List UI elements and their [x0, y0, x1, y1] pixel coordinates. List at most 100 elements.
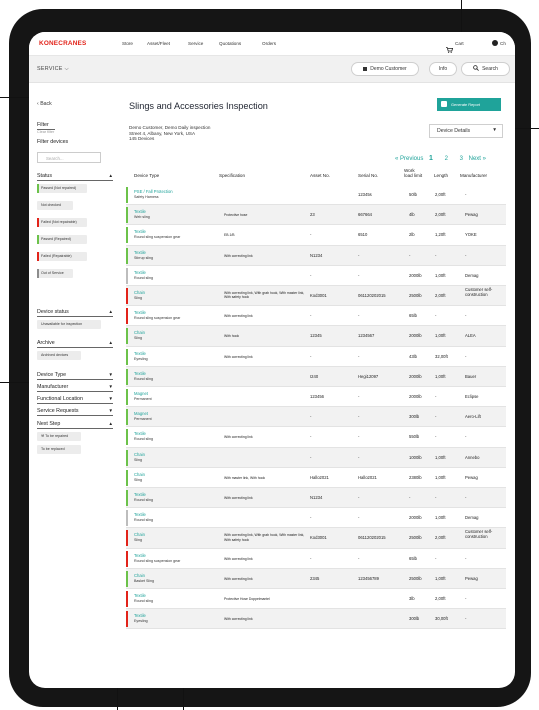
device-type-link[interactable]: Textile: [134, 593, 146, 598]
table-row[interactable]: Chain Sling With master link, With hook Hal…: [126, 468, 506, 488]
manufacturer-label: Manufacturer: [37, 384, 69, 390]
device-status-heading[interactable]: Device status ▲: [37, 309, 113, 317]
table-row[interactable]: Magnet Permanent 123456 - 2000lb - Eclipse: [126, 387, 506, 408]
cell-mfr: Customer self-construction: [465, 529, 493, 540]
device-type-link[interactable]: PSE / Fall Protection: [134, 189, 173, 194]
device-type-link[interactable]: Magnet: [134, 411, 148, 416]
device-type-link[interactable]: Textile: [134, 310, 146, 315]
status-chip[interactable]: Out of Service: [37, 269, 73, 278]
device-type-link[interactable]: Chain: [134, 330, 145, 335]
nav-service[interactable]: Service: [188, 41, 203, 46]
device-subtype: Safety Harness: [134, 195, 159, 199]
device-type-link[interactable]: Textile: [134, 209, 146, 214]
status-chip[interactable]: Failed (Repairable): [37, 252, 87, 261]
device-search-input[interactable]: Search...: [37, 152, 101, 163]
filter-chip-unavailable[interactable]: Unavailable for inspection: [37, 320, 101, 329]
table-row[interactable]: Magnet Permanent - - 300lb - Aero-Lift: [126, 407, 506, 428]
nav-store[interactable]: Store: [122, 41, 133, 46]
device-type-link[interactable]: Textile: [134, 371, 146, 376]
clear-filter-link[interactable]: Clear filter: [37, 130, 54, 134]
user-icon[interactable]: [492, 40, 498, 46]
status-chip[interactable]: Failed (Not repairable): [37, 218, 87, 227]
table-row[interactable]: Textile Round sling With correcting link - -…: [126, 427, 506, 448]
device-type-link[interactable]: Magnet: [134, 391, 148, 396]
device-type-link[interactable]: Textile: [134, 431, 146, 436]
status-color-bar: [126, 187, 128, 203]
status-chip[interactable]: Passed (Repaired): [37, 235, 87, 244]
table-row[interactable]: Textile Stirrup sling With correcting link…: [126, 245, 506, 266]
nav-quotations[interactable]: Quotations: [219, 41, 241, 46]
device-type-link[interactable]: Chain: [134, 573, 145, 578]
device-type-link[interactable]: Chain: [134, 452, 145, 457]
cell-wll: 2000lb: [409, 272, 422, 278]
status-color-bar: [37, 184, 39, 193]
table-row[interactable]: Chain Basket Sling With correcting link 234…: [126, 568, 506, 589]
device-type-link[interactable]: Chain: [134, 532, 145, 537]
pagination-page-2[interactable]: 2: [445, 156, 448, 162]
device-type-link[interactable]: Textile: [134, 351, 146, 356]
table-row[interactable]: Textile Round sling I240 Hegi12097 2000lb 1,0…: [126, 366, 506, 387]
cell-wll: 65lb: [409, 313, 417, 319]
status-color-bar: [126, 409, 128, 426]
pagination-page-3[interactable]: 3: [460, 156, 463, 162]
pagination-previous[interactable]: « Previous: [395, 156, 423, 162]
back-link[interactable]: ‹ Back: [37, 101, 52, 107]
device-type-link[interactable]: Chain: [134, 472, 145, 477]
customer-selector[interactable]: Demo Customer: [351, 62, 419, 76]
table-row[interactable]: Textile Web sling Protective hose 23 667664 4…: [126, 205, 506, 226]
generate-report-button[interactable]: Generate Report: [437, 98, 501, 111]
table-row[interactable]: Textile Round sling suspension gear EB.1/B…: [126, 225, 506, 246]
table-row[interactable]: Textile Round sling - - 2000lb 1,00ft Demag: [126, 508, 506, 529]
table-row[interactable]: Textile Round sling suspension gear With c…: [126, 549, 506, 569]
status-chip[interactable]: Passed (Not repaired): [37, 184, 87, 193]
cell-len: 30,00ft: [435, 616, 448, 622]
table-row[interactable]: Chain Sling - - 1000lb 1,00ft Annebo: [126, 447, 506, 468]
view-select[interactable]: Device Details ▼: [429, 124, 503, 138]
table-row[interactable]: Textile Round sling suspension gear With c…: [126, 306, 506, 327]
chip-label: Out of Service: [41, 271, 64, 275]
manufacturer-filter[interactable]: Manufacturer ▼: [37, 384, 113, 392]
archive-heading[interactable]: Archive ▲: [37, 340, 113, 348]
nav-asset-fleet[interactable]: Asset/Fleet: [147, 41, 170, 46]
status-filter-heading[interactable]: Status ▲: [37, 173, 113, 181]
table-row[interactable]: Chain Sling With correcting link, With gra…: [126, 286, 506, 307]
device-type-filter[interactable]: Device Type ▼: [37, 372, 113, 380]
device-type-link[interactable]: Textile: [134, 229, 146, 234]
device-type-link[interactable]: Textile: [134, 512, 146, 517]
service-requests-filter[interactable]: Service Requests ▼: [37, 408, 113, 416]
device-type-link[interactable]: Textile: [134, 492, 146, 497]
table-row[interactable]: Textile Eyesling With correcting link 300lb…: [126, 609, 506, 630]
filter-chip-to-be-repaired[interactable]: ⚒ To be repaired: [37, 432, 81, 441]
pagination-next[interactable]: Next »: [469, 156, 486, 162]
service-menu[interactable]: SERVICE ⌵: [37, 66, 69, 73]
pagination-page-1[interactable]: 1: [429, 155, 433, 162]
cell-len: 2,00ft: [435, 192, 446, 197]
status-chip[interactable]: Not checked: [37, 201, 73, 210]
table-row[interactable]: PSE / Fall Protection Safety Harness 12345…: [126, 185, 506, 206]
device-type-link[interactable]: Textile: [134, 553, 146, 558]
device-type-link[interactable]: Chain: [134, 290, 145, 295]
next-step-heading[interactable]: Next Step ▲: [37, 421, 113, 429]
cart-icon[interactable]: [446, 40, 454, 53]
chevron-up-icon: ▲: [108, 421, 113, 426]
cell-wll: 1000lb: [409, 454, 422, 460]
table-row[interactable]: Chain Sling With hook 12345 1234567 2000lb 1,0…: [126, 326, 506, 347]
table-row[interactable]: Textile Round sling Protective Hose Doppel…: [126, 589, 506, 610]
search-button[interactable]: Search: [461, 62, 510, 76]
device-type-link[interactable]: Textile: [134, 250, 146, 255]
table-row[interactable]: Textile Eyesling With correcting link - - 43l…: [126, 347, 506, 367]
nav-user-label[interactable]: Ch: [500, 41, 506, 46]
functional-location-filter[interactable]: Functional Location ▼: [37, 396, 113, 404]
table-row[interactable]: Textile Round sling - - 2000lb 1,00ft Demag: [126, 266, 506, 286]
nav-cart-label[interactable]: Cart: [455, 41, 464, 46]
nav-orders[interactable]: Orders: [262, 41, 276, 46]
table-row[interactable]: Textile Round sling With correcting link N1…: [126, 488, 506, 509]
brand-logo[interactable]: KONECRANES: [39, 40, 86, 47]
device-type-link[interactable]: Textile: [134, 613, 146, 618]
device-type-link[interactable]: Textile: [134, 270, 146, 275]
table-row[interactable]: Chain Sling With correcting link, With gra…: [126, 528, 506, 549]
cell-wll: -: [409, 495, 411, 500]
info-button[interactable]: Info: [429, 62, 457, 76]
filter-chip-to-be-replaced[interactable]: To be replaced: [37, 445, 81, 454]
filter-chip-archived[interactable]: Archived devices: [37, 351, 81, 360]
